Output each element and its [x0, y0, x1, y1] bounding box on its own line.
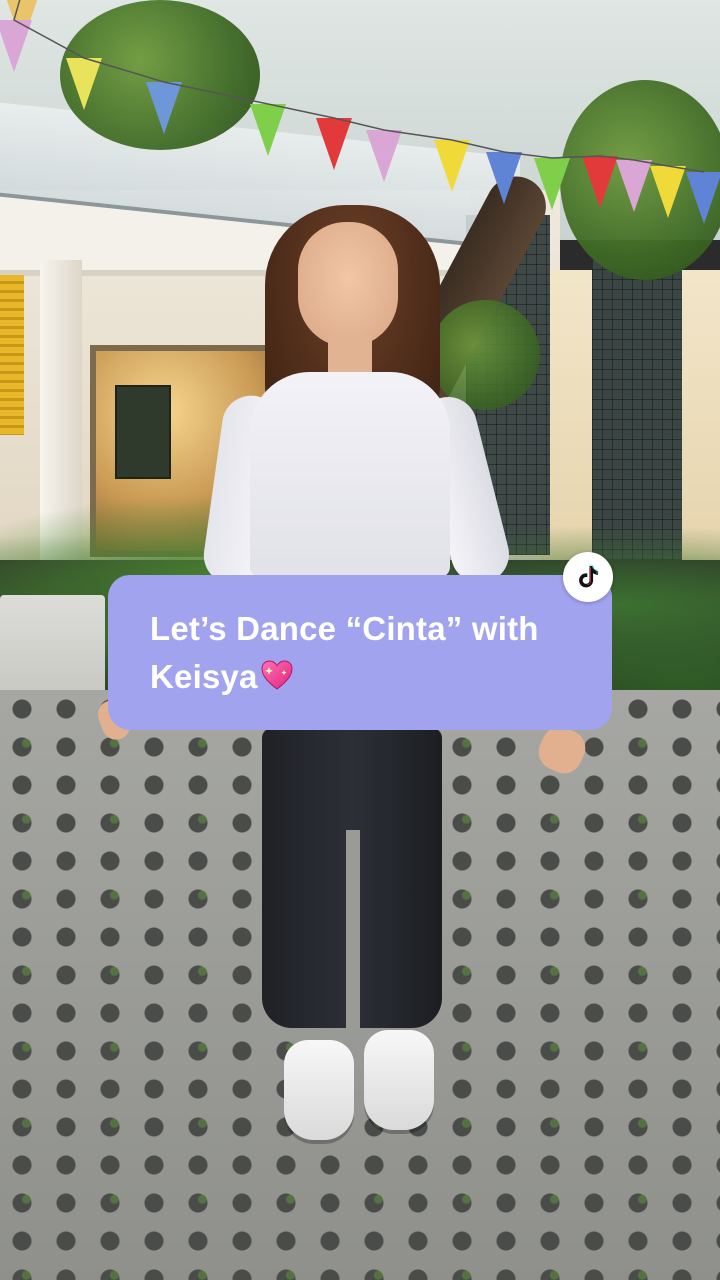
person-shoe-left: [284, 1040, 354, 1140]
video-frame[interactable]: Let’s Dance “Cinta” with Keisya: [0, 0, 720, 1280]
caption-line-2: Keisya: [150, 653, 582, 701]
leg-gap: [346, 830, 360, 1030]
caption-line-1: Let’s Dance “Cinta” with: [150, 610, 539, 647]
person-face: [298, 222, 398, 347]
person-shoe-right: [364, 1030, 434, 1130]
tree-foliage: [430, 300, 540, 410]
tiktok-logo-icon: [579, 564, 599, 588]
sparkling-heart-icon: [260, 657, 293, 690]
caption-card[interactable]: Let’s Dance “Cinta” with Keisya: [108, 575, 612, 730]
caption-name: Keisya: [150, 658, 258, 695]
person-shirt: [250, 372, 450, 577]
bunting-string: [13, 0, 705, 173]
menu-board: [115, 385, 171, 479]
tiktok-badge[interactable]: [563, 552, 613, 602]
yellow-shutter: [0, 275, 24, 435]
